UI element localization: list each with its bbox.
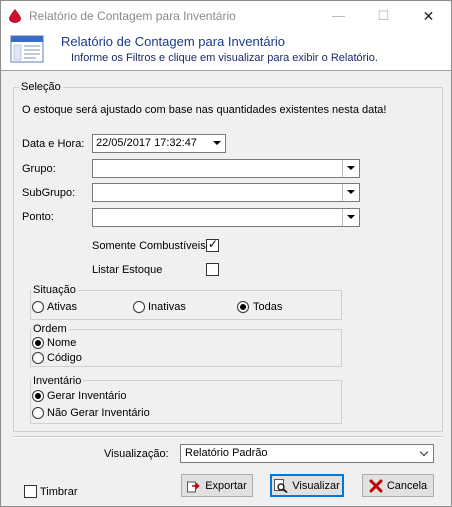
visualizacao-select[interactable]: Relatório Padrão (180, 444, 434, 463)
ordem-legend: Ordem (31, 323, 69, 335)
chevron-down-icon (419, 447, 429, 457)
export-arrow-icon (187, 481, 200, 492)
gerar-inventario-radio[interactable] (32, 390, 44, 402)
listar-estoque-checkbox[interactable] (206, 263, 219, 276)
ordem-nome-radio[interactable] (32, 337, 44, 349)
datetime-picker[interactable]: 22/05/2017 17:32:47 (92, 134, 226, 153)
situacao-ativas-label[interactable]: Ativas (47, 301, 77, 313)
app-drop-icon (9, 9, 21, 23)
timbrar-label[interactable]: Timbrar (40, 486, 77, 498)
gerar-inventario-label[interactable]: Gerar Inventário (47, 390, 126, 402)
title-bar[interactable]: Relatório de Contagem para Inventário — … (1, 1, 451, 31)
report-window-icon (10, 35, 44, 63)
checkmark-icon: ✓ (208, 237, 219, 251)
close-button[interactable]: ✕ (406, 1, 451, 31)
selection-legend: Seleção (19, 81, 63, 93)
cancela-label: Cancela (386, 479, 428, 492)
window-title: Relatório de Contagem para Inventário (29, 9, 236, 23)
subgrupo-dropdown-button[interactable] (342, 184, 359, 201)
maximize-button[interactable]: ☐ (361, 1, 406, 31)
visualizar-label: Visualizar (292, 479, 340, 492)
ordem-codigo-label[interactable]: Código (47, 352, 82, 364)
ordem-codigo-radio[interactable] (32, 352, 44, 364)
dropdown-arrow-icon (347, 166, 355, 170)
grupo-combo[interactable] (92, 159, 360, 178)
datetime-value: 22/05/2017 17:32:47 (96, 137, 197, 149)
grupo-dropdown-button[interactable] (342, 160, 359, 177)
datetime-label: Data e Hora: (22, 138, 85, 150)
exportar-label: Exportar (205, 479, 247, 492)
dropdown-arrow-icon[interactable] (213, 141, 221, 145)
subgrupo-label: SubGrupo: (22, 187, 76, 199)
listar-estoque-label: Listar Estoque (92, 264, 163, 276)
ponto-combo[interactable] (92, 208, 360, 227)
cancel-x-icon (369, 479, 383, 492)
grupo-label: Grupo: (22, 163, 56, 175)
subgrupo-combo[interactable] (92, 183, 360, 202)
somente-combustiveis-checkbox[interactable]: ✓ (206, 237, 219, 252)
situacao-inativas-radio[interactable] (133, 301, 145, 313)
nao-gerar-inventario-radio[interactable] (32, 407, 44, 419)
visualizar-button[interactable]: Visualizar (270, 474, 344, 497)
nao-gerar-inventario-label[interactable]: Não Gerar Inventário (47, 407, 150, 419)
header-title: Relatório de Contagem para Inventário (61, 34, 286, 49)
report-header: Relatório de Contagem para Inventário In… (1, 31, 451, 71)
visualizacao-label: Visualização: (104, 448, 169, 460)
dropdown-arrow-icon (347, 190, 355, 194)
situacao-todas-radio[interactable] (237, 301, 249, 313)
situacao-todas-label[interactable]: Todas (253, 301, 282, 313)
situacao-legend: Situação (31, 284, 78, 296)
visualizacao-value: Relatório Padrão (185, 447, 268, 459)
dropdown-arrow-icon (347, 215, 355, 219)
timbrar-checkbox[interactable] (24, 485, 37, 498)
magnifier-icon (274, 478, 288, 493)
ponto-dropdown-button[interactable] (342, 209, 359, 226)
ordem-nome-label[interactable]: Nome (47, 337, 76, 349)
inventario-legend: Inventário (31, 375, 84, 387)
minimize-button[interactable]: — (316, 1, 361, 31)
exportar-button[interactable]: Exportar (181, 474, 253, 497)
ponto-label: Ponto: (22, 211, 54, 223)
header-subtitle: Informe os Filtros e clique em visualiza… (71, 52, 378, 64)
situacao-inativas-label[interactable]: Inativas (148, 301, 186, 313)
cancela-button[interactable]: Cancela (362, 474, 434, 497)
somente-combustiveis-label: Somente Combustíveis (92, 240, 206, 252)
report-window: Relatório de Contagem para Inventário — … (0, 0, 452, 507)
info-text: O estoque será ajustado com base nas qua… (22, 104, 387, 116)
situacao-ativas-radio[interactable] (32, 301, 44, 313)
